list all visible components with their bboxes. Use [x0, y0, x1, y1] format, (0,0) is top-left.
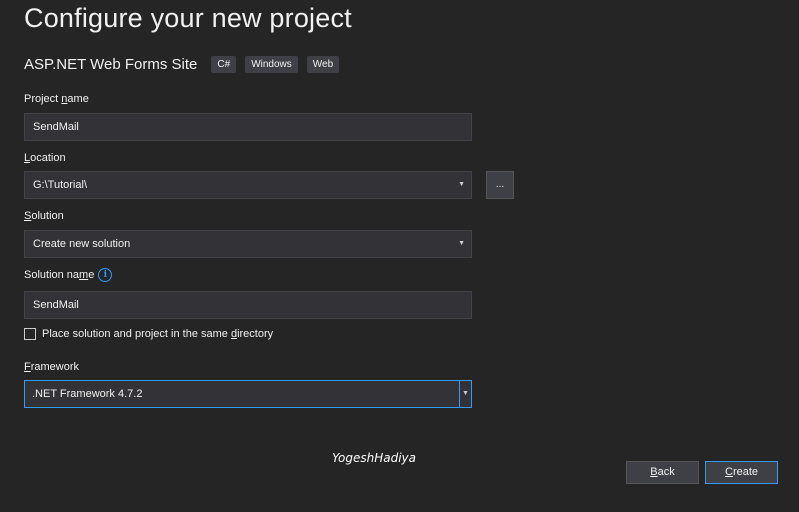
- project-name-label-text: Project: [24, 93, 62, 105]
- solution-name-label-rest: e: [88, 268, 95, 281]
- solution-name-label-accel: m: [79, 268, 89, 281]
- same-directory-label[interactable]: Place solution and project in the same d…: [42, 328, 273, 340]
- solution-name-label: Solution name i: [24, 268, 113, 282]
- project-name-value: SendMail: [33, 121, 79, 133]
- framework-label-accel: F: [24, 361, 31, 373]
- configure-project-dialog: Configure your new project ASP.NET Web F…: [0, 0, 799, 512]
- location-combobox[interactable]: G:\Tutorial\ ▼: [24, 171, 472, 199]
- browse-location-button[interactable]: ...: [486, 171, 514, 199]
- framework-label: Framework: [24, 361, 79, 373]
- framework-dropdown[interactable]: .NET Framework 4.7.2 ▼: [24, 380, 472, 408]
- tag-language: C#: [211, 56, 237, 73]
- solution-label: Solution: [24, 210, 64, 222]
- watermark: YogeshHadiya: [332, 451, 416, 465]
- create-button-label: reate: [732, 466, 759, 478]
- same-directory-option[interactable]: Place solution and project in the same d…: [24, 328, 273, 340]
- chevron-down-icon[interactable]: ▼: [459, 381, 471, 407]
- tag-project-type: Web: [306, 56, 340, 73]
- location-label: Location: [24, 152, 66, 164]
- back-button-label: ack: [657, 466, 675, 478]
- framework-value: .NET Framework 4.7.2: [32, 388, 143, 400]
- create-button-accel: C: [724, 466, 733, 478]
- same-directory-label-text: Place solution and project in the same: [42, 328, 231, 340]
- same-directory-checkbox[interactable]: [24, 328, 36, 340]
- create-button[interactable]: Create: [705, 461, 778, 484]
- solution-name-value: SendMail: [33, 299, 79, 311]
- chevron-down-icon[interactable]: ▼: [458, 172, 465, 198]
- page-title: Configure your new project: [24, 3, 352, 33]
- framework-label-rest: ramework: [30, 361, 80, 373]
- template-name: ASP.NET Web Forms Site: [24, 56, 198, 73]
- back-button[interactable]: Back: [626, 461, 699, 484]
- chevron-down-icon[interactable]: ▼: [458, 231, 465, 257]
- project-name-input[interactable]: SendMail: [24, 113, 472, 141]
- info-icon[interactable]: i: [98, 268, 113, 282]
- solution-name-label-text: Solution na: [24, 268, 80, 281]
- project-name-label: Project name: [24, 93, 89, 105]
- solution-value: Create new solution: [33, 238, 131, 250]
- solution-dropdown[interactable]: Create new solution ▼: [24, 230, 472, 258]
- location-label-rest: ocation: [30, 152, 66, 164]
- template-summary: ASP.NET Web Forms Site C# Windows Web: [24, 56, 348, 73]
- back-button-accel: B: [650, 466, 658, 478]
- location-value: G:\Tutorial\: [33, 179, 87, 191]
- solution-name-input[interactable]: SendMail: [24, 291, 472, 319]
- project-name-label-rest: ame: [67, 93, 89, 105]
- solution-label-rest: olution: [31, 210, 64, 222]
- tag-platform: Windows: [245, 56, 298, 73]
- same-directory-label-rest: irectory: [237, 328, 274, 340]
